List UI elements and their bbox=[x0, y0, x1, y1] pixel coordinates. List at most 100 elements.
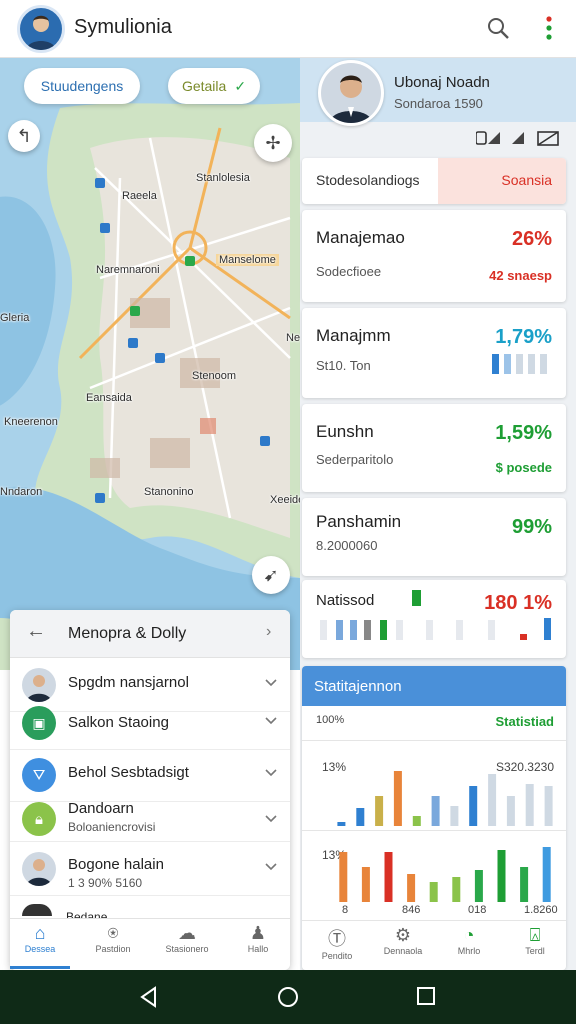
chart-bar bbox=[375, 796, 384, 826]
metric-card[interactable]: Manajmm St10. Ton 1,79% bbox=[302, 308, 566, 398]
chart-bar bbox=[384, 852, 393, 902]
statistics-header: Statitajennon bbox=[314, 678, 402, 695]
statistics-card: Statitajennon 100% Statistiad 13% S320.3… bbox=[302, 666, 566, 970]
chart-bar bbox=[506, 796, 515, 826]
metric-sub-value: $ posede bbox=[495, 460, 552, 475]
book-icon: ▣ bbox=[22, 706, 56, 740]
map-label: Eansaida bbox=[86, 392, 132, 404]
metric-card[interactable]: Eunshn Sederparitolo 1,59% $ posede bbox=[302, 404, 566, 492]
menu-item[interactable]: ▣ Salkon Staoing bbox=[10, 696, 290, 750]
menu-item-sublabel: 1 3 90% 5160 bbox=[68, 876, 143, 890]
chart-bar bbox=[431, 796, 440, 826]
lock-icon: 🔒︎ bbox=[22, 802, 56, 836]
summary-header-card[interactable]: Stodesolandiogs Soansia bbox=[302, 158, 566, 204]
map-view[interactable]: Stuudengens Getaila ✓ ↰ ✢ ➹ Stanlolesia … bbox=[0, 58, 300, 670]
chevron-down-icon bbox=[265, 863, 277, 871]
check-icon: ✓ bbox=[234, 77, 247, 94]
chart2-x-label: 846 bbox=[402, 904, 421, 916]
chart-bar bbox=[429, 882, 438, 902]
metric-title: Panshamin bbox=[316, 512, 402, 531]
map-label: Stanonino bbox=[144, 486, 194, 498]
map-label: Manselome bbox=[216, 254, 279, 266]
nav-item[interactable]: ⍟ Pastdion bbox=[82, 919, 144, 969]
profile-name: Ubonaj Noadn bbox=[394, 74, 490, 91]
metric-sub-value: 42 snaesp bbox=[489, 268, 552, 283]
avatar bbox=[22, 904, 52, 916]
statistics-sub-right: Statistiad bbox=[495, 714, 554, 729]
bar-chart-1 bbox=[337, 771, 553, 826]
chart2-x-label: 8 bbox=[342, 904, 349, 916]
chart-bar bbox=[452, 877, 461, 902]
nav-item[interactable]: ☁ Stasionero bbox=[156, 919, 218, 969]
summary-header-label: Stodesolandiogs bbox=[316, 172, 420, 188]
more-options-icon[interactable] bbox=[538, 14, 560, 42]
home-button-icon[interactable] bbox=[277, 986, 299, 1008]
chevron-right-icon[interactable]: › bbox=[266, 623, 271, 641]
mini-marker bbox=[412, 590, 421, 606]
nav-item[interactable]: ⚙ Dennaola bbox=[374, 921, 432, 970]
back-arrow-icon[interactable]: ← bbox=[26, 620, 46, 643]
person-icon: ⍓ bbox=[529, 925, 541, 945]
bottom-nav-left: ⌂ Dessea ⍟ Pastdion ☁ Stasionero ♟ Hallo bbox=[10, 918, 290, 970]
chart-bar bbox=[474, 870, 483, 902]
search-icon[interactable] bbox=[486, 16, 510, 40]
metric-title: Eunshn bbox=[316, 422, 374, 441]
map-label: Stenoom bbox=[192, 370, 237, 382]
nav-item[interactable]: ♟ Hallo bbox=[228, 919, 288, 969]
recents-icon[interactable] bbox=[416, 986, 436, 1006]
gear-icon: ⚙ bbox=[394, 925, 412, 945]
map-label: Kneerenon bbox=[4, 416, 58, 428]
timer-icon: Ⓣ bbox=[328, 929, 346, 949]
avatar bbox=[22, 852, 56, 886]
menu-title: Menopra & Dolly bbox=[68, 625, 187, 642]
profile-avatar[interactable] bbox=[318, 60, 384, 126]
metric-subtitle: Sederparitolo bbox=[316, 452, 394, 467]
menu-item[interactable]: 🔒︎ Dandoarn Boloaniencrovisi bbox=[10, 794, 290, 842]
nav-item-active[interactable]: ⌂ Dessea bbox=[10, 919, 70, 969]
menu-item-label: Salkon Staoing bbox=[68, 714, 169, 731]
stats-panel: Ubonaj Noadn Sondaroa 1590 Stodesolandio… bbox=[300, 58, 576, 970]
menu-item-sublabel: Boloaniencrovisi bbox=[68, 820, 156, 834]
chart-bar bbox=[337, 822, 346, 826]
nav-item[interactable]: ⍓ Terdl bbox=[506, 921, 564, 970]
chart-bar bbox=[469, 786, 478, 826]
metric-card[interactable]: Natissod 180 1% bbox=[302, 580, 566, 658]
details-chip-label: Getaila bbox=[181, 78, 227, 94]
chart-bar bbox=[488, 774, 497, 826]
nav-item[interactable]: ◔ Mhrlo bbox=[440, 921, 498, 970]
chart2-x-label: 018 bbox=[468, 904, 487, 916]
metric-title: Manajemao bbox=[316, 228, 405, 247]
chart-bar bbox=[407, 874, 416, 902]
chart-bar bbox=[497, 850, 506, 902]
profile-subtitle: Sondaroa 1590 bbox=[394, 96, 483, 111]
menu-item-label: Bogone halain bbox=[68, 856, 164, 873]
cloud-icon: ☁ bbox=[178, 923, 196, 943]
map-label: Naremnaroni bbox=[96, 264, 160, 276]
nav-item[interactable]: Ⓣ Pendito bbox=[308, 921, 366, 970]
map-label: Nndaron bbox=[0, 486, 43, 498]
statistics-sub-left: 100% bbox=[316, 714, 345, 726]
locate-icon[interactable]: ➹ bbox=[252, 556, 290, 594]
bar-chart-2 bbox=[339, 847, 551, 902]
metric-card[interactable]: Panshamin 8.2000060 99% bbox=[302, 498, 566, 576]
details-chip[interactable]: Getaila ✓ bbox=[168, 68, 260, 104]
chart-bar bbox=[544, 786, 553, 826]
map-back-icon[interactable]: ↰ bbox=[8, 120, 40, 152]
metric-card[interactable]: Manajemao Sodecfioee 26% 42 snaesp bbox=[302, 210, 566, 302]
back-icon[interactable] bbox=[138, 986, 160, 1008]
filter-chip[interactable]: Stuudengens bbox=[24, 68, 140, 104]
app-logo-avatar bbox=[17, 5, 65, 53]
chevron-down-icon bbox=[265, 679, 277, 687]
summary-header-value: Soansia bbox=[501, 172, 552, 188]
chart-bar bbox=[520, 867, 529, 902]
metric-value: 99% bbox=[511, 516, 552, 538]
menu-item[interactable]: Bogone halain 1 3 90% 5160 bbox=[10, 842, 290, 896]
metric-subtitle: 8.2000060 bbox=[316, 538, 378, 553]
user-icon: ♟ bbox=[249, 923, 267, 943]
metric-title: Manajmm bbox=[316, 326, 391, 345]
chevron-down-icon bbox=[265, 717, 277, 725]
compass-icon[interactable]: ✢ bbox=[254, 124, 292, 162]
chart-bar bbox=[412, 816, 421, 826]
app-bar: Symulionia bbox=[0, 0, 576, 58]
chart2-x-label: 1.8260 bbox=[524, 904, 558, 916]
